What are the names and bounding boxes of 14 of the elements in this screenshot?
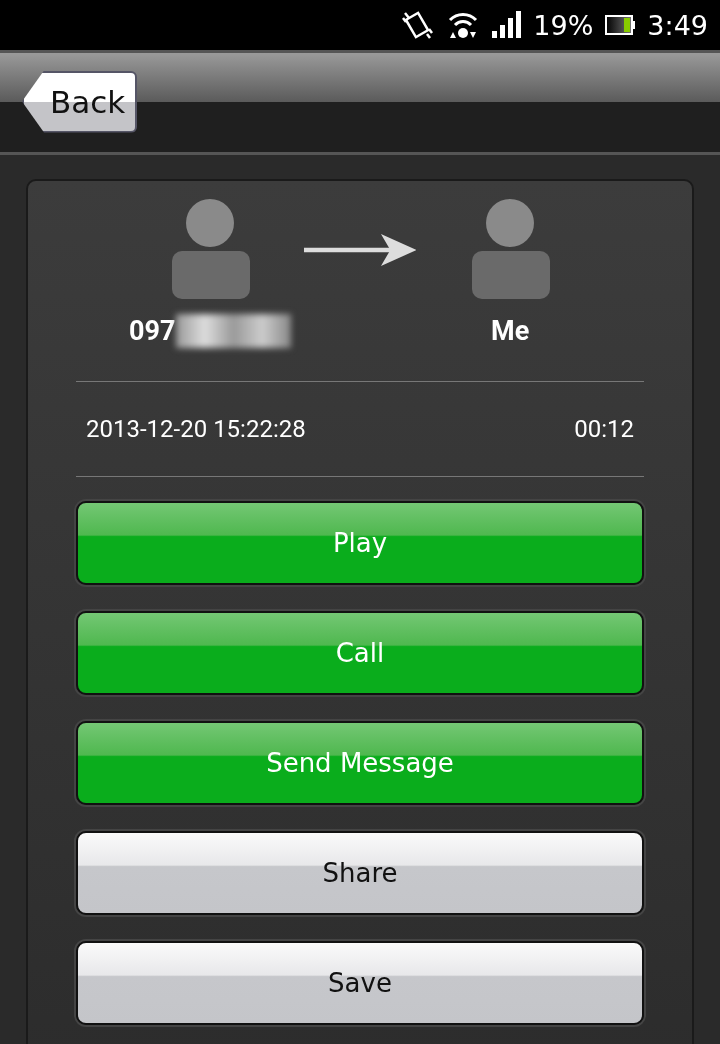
signal-icon bbox=[491, 11, 522, 39]
vibrate-icon bbox=[401, 9, 436, 41]
action-button[interactable]: Save bbox=[76, 941, 644, 1025]
call-duration: 00:12 bbox=[574, 415, 634, 443]
contact-avatar-icon bbox=[470, 197, 551, 301]
back-button[interactable]: Back bbox=[22, 70, 138, 133]
contact-avatar-icon bbox=[169, 197, 250, 301]
battery-percent: 19% bbox=[533, 9, 594, 41]
call-date: 2013-12-20 15:22:28 bbox=[86, 415, 306, 443]
clock: 3:49 bbox=[647, 9, 708, 41]
recipient-name: Me bbox=[491, 315, 530, 347]
action-button[interactable]: Share bbox=[76, 831, 644, 915]
battery-icon bbox=[605, 14, 636, 36]
caller-number: 097 bbox=[129, 315, 176, 347]
